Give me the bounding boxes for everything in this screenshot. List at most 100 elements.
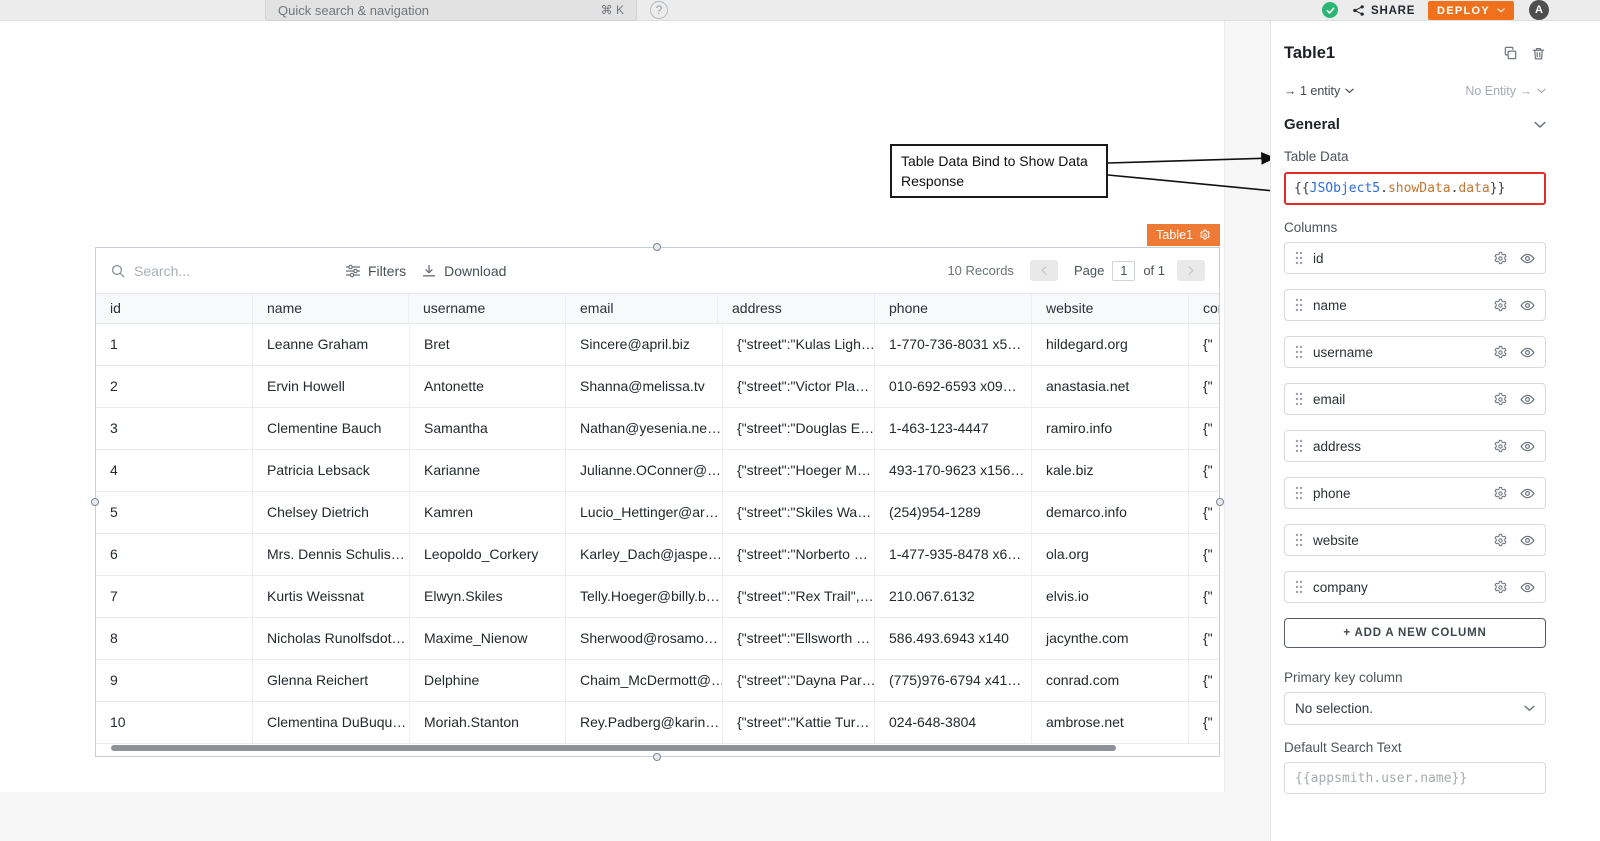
column-visibility-eye-icon[interactable]	[1520, 251, 1535, 266]
avatar[interactable]: A	[1529, 0, 1549, 20]
columns-list: id	[1284, 242, 1546, 603]
column-header[interactable]: email	[566, 294, 718, 323]
column-item[interactable]: website	[1284, 524, 1546, 556]
column-settings-gear-icon[interactable]	[1493, 533, 1508, 548]
column-item[interactable]: username	[1284, 336, 1546, 368]
widget-name-tag[interactable]: Table1	[1147, 224, 1220, 246]
table-cell: Kamren	[410, 492, 566, 533]
table-cell: Elwyn.Skiles	[410, 576, 566, 617]
column-item[interactable]: email	[1284, 383, 1546, 415]
page-number-input[interactable]	[1112, 261, 1135, 281]
drag-handle-icon[interactable]	[1295, 486, 1303, 500]
property-pane-title[interactable]: Table1	[1284, 44, 1335, 63]
table-row[interactable]: 7 Kurtis Weissnat Elwyn.Skiles Telly.Hoe…	[96, 576, 1219, 618]
column-visibility-eye-icon[interactable]	[1520, 439, 1535, 454]
primary-key-label: Primary key column	[1284, 670, 1546, 685]
column-settings-gear-icon[interactable]	[1493, 486, 1508, 501]
column-item[interactable]: id	[1284, 242, 1546, 274]
column-item[interactable]: name	[1284, 289, 1546, 321]
column-visibility-eye-icon[interactable]	[1520, 486, 1535, 501]
table-cell: Rey.Padberg@karin…	[566, 702, 723, 743]
drag-handle-icon[interactable]	[1295, 251, 1303, 265]
table-search-input[interactable]	[134, 263, 304, 279]
column-settings-gear-icon[interactable]	[1493, 580, 1508, 595]
drag-handle-icon[interactable]	[1295, 580, 1303, 594]
filters-button[interactable]: Filters	[345, 263, 406, 279]
copy-widget-icon[interactable]	[1503, 46, 1518, 61]
next-page-button[interactable]	[1177, 260, 1205, 281]
help-button[interactable]: ?	[650, 1, 668, 19]
resize-handle-bottom[interactable]	[653, 753, 661, 761]
outgoing-entities-selector[interactable]: No Entity →	[1465, 84, 1546, 98]
column-visibility-eye-icon[interactable]	[1520, 580, 1535, 595]
drag-handle-icon[interactable]	[1295, 439, 1303, 453]
column-item[interactable]: address	[1284, 430, 1546, 462]
quick-search[interactable]: ⌘ K	[265, 0, 637, 21]
general-section-header[interactable]: General	[1284, 116, 1546, 133]
column-visibility-eye-icon[interactable]	[1520, 533, 1535, 548]
incoming-entities-selector[interactable]: → 1 entity	[1284, 84, 1354, 98]
delete-widget-icon[interactable]	[1531, 46, 1546, 61]
drag-handle-icon[interactable]	[1295, 533, 1303, 547]
column-header[interactable]: company	[1189, 294, 1219, 323]
column-header[interactable]: website	[1032, 294, 1189, 323]
quick-search-input[interactable]	[278, 3, 601, 18]
table-row[interactable]: 2 Ervin Howell Antonette Shanna@melissa.…	[96, 366, 1219, 408]
column-settings-gear-icon[interactable]	[1493, 298, 1508, 313]
table-row[interactable]: 1 Leanne Graham Bret Sincere@april.biz {…	[96, 324, 1219, 366]
drag-handle-icon[interactable]	[1295, 392, 1303, 406]
table-row[interactable]: 10 Clementina DuBuqu… Moriah.Stanton Rey…	[96, 702, 1219, 744]
table-row[interactable]: 9 Glenna Reichert Delphine Chaim_McDermo…	[96, 660, 1219, 702]
resize-handle-left[interactable]	[91, 498, 99, 506]
column-header[interactable]: address	[718, 294, 875, 323]
drag-handle-icon[interactable]	[1295, 345, 1303, 359]
resize-handle-right[interactable]	[1216, 498, 1224, 506]
table-cell: jacynthe.com	[1032, 618, 1189, 659]
widget-settings-gear-icon[interactable]	[1199, 229, 1211, 241]
column-settings-gear-icon[interactable]	[1493, 392, 1508, 407]
table-row[interactable]: 5 Chelsey Dietrich Kamren Lucio_Hettinge…	[96, 492, 1219, 534]
table-data-code-input[interactable]: {{JSObject5.showData.data}}	[1284, 172, 1546, 205]
column-header[interactable]: username	[409, 294, 566, 323]
horizontal-scrollbar[interactable]	[111, 745, 1116, 751]
table-cell: 1-477-935-8478 x6…	[875, 534, 1032, 575]
column-header[interactable]: phone	[875, 294, 1032, 323]
table-row[interactable]: 3 Clementine Bauch Samantha Nathan@yesen…	[96, 408, 1219, 450]
add-new-column-button[interactable]: + ADD A NEW COLUMN	[1284, 618, 1546, 648]
default-search-label: Default Search Text	[1284, 740, 1546, 755]
download-button[interactable]: Download	[421, 263, 506, 279]
prev-page-button[interactable]	[1030, 260, 1058, 281]
search-icon	[110, 263, 126, 279]
column-settings-gear-icon[interactable]	[1493, 345, 1508, 360]
table-widget[interactable]: Filters Download 10 Records Page of 1 id…	[95, 247, 1220, 757]
table-row[interactable]: 6 Mrs. Dennis Schulis… Leopoldo_Corkery …	[96, 534, 1219, 576]
column-header[interactable]: name	[253, 294, 409, 323]
column-settings-gear-icon[interactable]	[1493, 251, 1508, 266]
primary-key-select[interactable]: No selection.	[1284, 692, 1546, 725]
column-visibility-eye-icon[interactable]	[1520, 298, 1535, 313]
default-search-input[interactable]	[1284, 762, 1546, 794]
canvas-bottom-gutter	[0, 792, 1225, 841]
column-settings-gear-icon[interactable]	[1493, 439, 1508, 454]
table-cell: {"	[1189, 576, 1219, 617]
resize-handle-top[interactable]	[653, 243, 661, 251]
drag-handle-icon[interactable]	[1295, 298, 1303, 312]
column-name: email	[1313, 392, 1345, 407]
share-button[interactable]: SHARE	[1352, 0, 1415, 21]
table-cell: 6	[96, 534, 253, 575]
table-row[interactable]: 4 Patricia Lebsack Karianne Julianne.OCo…	[96, 450, 1219, 492]
table-cell: {"	[1189, 660, 1219, 701]
column-visibility-eye-icon[interactable]	[1520, 345, 1535, 360]
table-cell: Julianne.OConner@…	[566, 450, 723, 491]
table-cell: 2	[96, 366, 253, 407]
filters-icon	[345, 263, 361, 279]
column-item[interactable]: phone	[1284, 477, 1546, 509]
column-visibility-eye-icon[interactable]	[1520, 392, 1535, 407]
table-cell: 210.067.6132	[875, 576, 1032, 617]
deploy-button[interactable]: DEPLOY	[1428, 1, 1514, 20]
table-row[interactable]: 8 Nicholas Runolfsdot… Maxime_Nienow She…	[96, 618, 1219, 660]
column-header[interactable]: id	[96, 294, 253, 323]
column-item[interactable]: company	[1284, 571, 1546, 603]
table-cell: Lucio_Hettinger@ar…	[566, 492, 723, 533]
table-cell: (775)976-6794 x41…	[875, 660, 1032, 701]
